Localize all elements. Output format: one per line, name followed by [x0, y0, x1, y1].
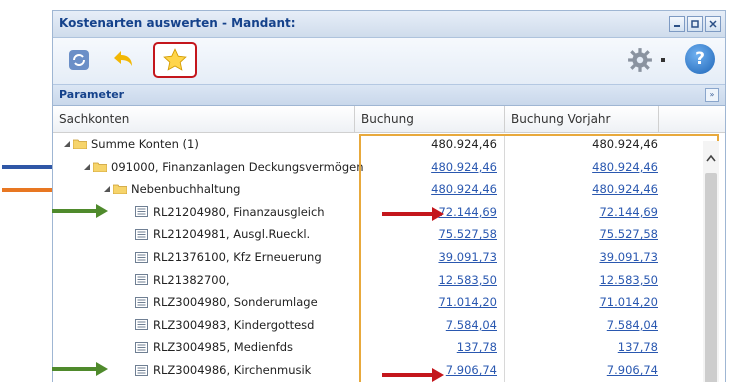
gear-icon [628, 48, 652, 72]
chevron-down-icon [661, 58, 665, 62]
tree-node[interactable]: RLZ3004986, Kirchenmusik [135, 359, 311, 381]
tree-node-label: RLZ3004980, Sonderumlage [153, 295, 318, 310]
tree-node-label: 091000, Finanzanlagen Deckungsvermögen [111, 159, 364, 174]
expand-triangle-icon[interactable] [83, 163, 91, 171]
account-icon [135, 296, 148, 308]
minimize-button[interactable] [669, 16, 685, 32]
account-icon [135, 274, 148, 286]
settings-button[interactable] [625, 46, 655, 74]
tree-node[interactable]: RLZ3004983, Kindergottesd [135, 314, 314, 336]
window-title: Kostenarten auswerten - Mandant: [59, 16, 296, 30]
highlight-box [359, 134, 719, 382]
tree-node[interactable]: RL21382700, [135, 269, 230, 291]
account-icon [135, 251, 148, 263]
settings-dropdown[interactable] [657, 52, 669, 68]
tree-node[interactable]: RLZ3004980, Sonderumlage [135, 291, 318, 313]
folder-icon [113, 184, 127, 195]
tree-node-label: Nebenbuchhaltung [131, 182, 241, 197]
help-icon: ? [695, 49, 705, 69]
window-controls [669, 16, 721, 32]
parameter-label: Parameter [59, 88, 125, 101]
green-arrow-2 [52, 362, 108, 376]
red-arrow-2 [382, 368, 444, 382]
tree-node[interactable]: RLZ3004985, Medienfds [135, 336, 293, 358]
scroll-up-icon[interactable] [703, 147, 719, 169]
account-icon [135, 319, 148, 331]
tree-node-label: RL21204981, Ausgl.Rueckl. [153, 227, 311, 242]
title-bar: Kostenarten auswerten - Mandant: [53, 11, 725, 38]
tree-node[interactable]: 091000, Finanzanlagen Deckungsvermögen [83, 156, 363, 178]
expand-icon[interactable]: » [705, 88, 719, 102]
green-arrow-1 [52, 204, 108, 218]
star-icon [163, 48, 187, 71]
favorite-button[interactable] [153, 42, 197, 78]
column-header-buchung[interactable]: Buchung [355, 106, 505, 132]
refresh-icon [69, 50, 89, 70]
tree-node[interactable]: RL21204981, Ausgl.Rueckl. [135, 223, 310, 245]
account-icon [135, 228, 148, 240]
grid-header: Sachkonten Buchung Buchung Vorjahr [53, 106, 725, 133]
undo-button[interactable] [109, 46, 137, 74]
maximize-button[interactable] [687, 16, 703, 32]
expand-triangle-icon[interactable] [103, 185, 111, 193]
tree-node[interactable]: Nebenbuchhaltung [103, 178, 240, 200]
account-icon [135, 364, 148, 376]
column-header-buchung-vorjahr[interactable]: Buchung Vorjahr [505, 106, 659, 132]
scrollbar-thumb[interactable] [705, 173, 717, 382]
vertical-scrollbar[interactable] [703, 141, 719, 382]
tree-node[interactable]: Summe Konten (1) [63, 133, 199, 155]
column-header-sachkonten[interactable]: Sachkonten [53, 106, 355, 132]
account-icon [135, 341, 148, 353]
toolbar: ? [53, 38, 725, 84]
report-window: Kostenarten auswerten - Mandant: ? Param… [52, 10, 726, 382]
undo-icon [114, 51, 132, 66]
tree-node[interactable]: RL21376100, Kfz Erneuerung [135, 246, 322, 268]
tree-node-label: RLZ3004983, Kindergottesd [153, 317, 315, 332]
close-button[interactable] [705, 16, 721, 32]
account-icon [135, 206, 148, 218]
tree-node-label: RL21204980, Finanzausgleich [153, 204, 325, 219]
help-button[interactable]: ? [685, 44, 715, 74]
red-arrow-1 [382, 207, 444, 221]
tree-node-label: RLZ3004985, Medienfds [153, 340, 293, 355]
tree-node-label: RL21376100, Kfz Erneuerung [153, 250, 322, 264]
folder-icon [93, 162, 107, 172]
tree-node-label: RL21382700, [153, 272, 230, 287]
parameter-panel-header[interactable]: Parameter » [53, 84, 725, 106]
tree-node-label: RLZ3004986, Kirchenmusik [153, 363, 312, 377]
folder-icon [73, 139, 87, 149]
refresh-button[interactable] [65, 46, 93, 74]
tree-node-label: Summe Konten (1) [91, 137, 199, 151]
tree-node[interactable]: RL21204980, Finanzausgleich [135, 201, 325, 223]
expand-triangle-icon[interactable] [63, 140, 71, 148]
